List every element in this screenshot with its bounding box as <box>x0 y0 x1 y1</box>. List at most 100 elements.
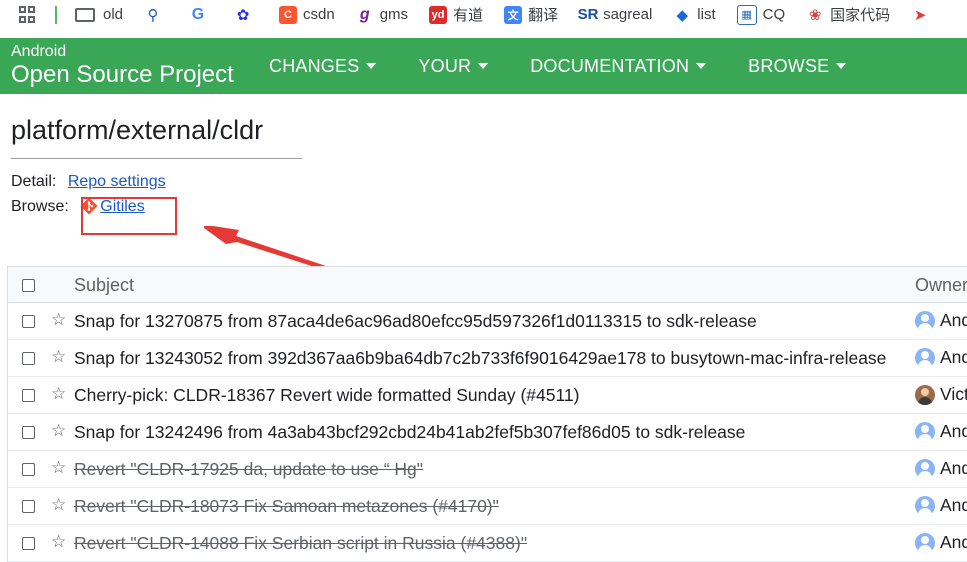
row-checkbox[interactable] <box>22 537 35 550</box>
caret-down-icon <box>836 63 847 69</box>
menu-your[interactable]: YOUR <box>418 55 489 77</box>
menu-label: CHANGES <box>269 55 360 76</box>
table-row[interactable]: ☆ Revert "CLDR-18073 Fix Samoan metazone… <box>8 488 967 525</box>
youdao-icon: yd <box>429 5 448 24</box>
row-checkbox[interactable] <box>22 389 35 402</box>
menu-label: DOCUMENTATION <box>530 55 690 76</box>
change-subject[interactable]: Revert "CLDR-17925 da, update to use “ H… <box>74 459 423 480</box>
table-header: Subject Owner <box>8 267 967 303</box>
bookmark-cq[interactable]: ▦ CQ <box>736 4 786 25</box>
annotation-highlight-box <box>81 197 177 235</box>
menu-changes[interactable]: CHANGES <box>269 55 377 77</box>
browse-label: Browse: <box>11 198 69 215</box>
change-owner[interactable]: And <box>915 347 967 368</box>
caret-down-icon <box>478 63 489 69</box>
bookmark-label: 有道 <box>453 7 484 24</box>
csdn-icon: C <box>279 5 298 24</box>
site-logo[interactable]: Android Open Source Project <box>11 44 234 87</box>
menu-documentation[interactable]: DOCUMENTATION <box>530 55 707 77</box>
owner-name: And <box>940 421 967 441</box>
star-icon[interactable]: ☆ <box>51 384 66 404</box>
change-subject[interactable]: Revert "CLDR-18073 Fix Samoan metazones … <box>74 496 499 517</box>
bookmark-youdao[interactable]: yd 有道 <box>429 4 483 25</box>
bookmark-csdn[interactable]: C csdn <box>279 5 335 24</box>
row-checkbox[interactable] <box>22 315 35 328</box>
star-icon[interactable]: ☆ <box>51 458 66 478</box>
bookmark-label: sagreal <box>603 6 653 23</box>
table-row[interactable]: ☆ Revert "CLDR-17925 da, update to use “… <box>8 451 967 488</box>
change-subject[interactable]: Revert "CLDR-14088 Fix Serbian script in… <box>74 533 527 554</box>
rocket-icon: ➤ <box>913 6 927 24</box>
bookmark-label: csdn <box>303 6 335 23</box>
bookmark-list[interactable]: ◆ list <box>673 6 716 24</box>
bookmark-sagreal[interactable]: SR sagreal <box>578 6 653 24</box>
table-row[interactable]: ☆ Snap for 13243052 from 392d367aa6b9ba6… <box>8 340 967 377</box>
bookmark-label: old <box>103 6 124 23</box>
row-checkbox[interactable] <box>22 463 35 476</box>
row-checkbox[interactable] <box>22 500 35 513</box>
change-owner[interactable]: And <box>915 458 967 479</box>
change-owner[interactable]: And <box>915 421 967 442</box>
bookmark-google[interactable]: G <box>189 6 213 24</box>
google-icon: G <box>191 5 205 23</box>
menu-browse[interactable]: BROWSE <box>748 55 847 77</box>
owner-name: And <box>940 532 967 552</box>
star-icon[interactable]: ☆ <box>51 421 66 441</box>
repo-settings-link[interactable]: Repo settings <box>68 173 166 190</box>
page-title: platform/external/cldr <box>11 115 302 159</box>
table-row[interactable]: ☆ Revert "CLDR-14088 Fix Serbian script … <box>8 525 967 562</box>
caret-down-icon <box>366 63 377 69</box>
bookmark-gms[interactable]: g gms <box>356 6 408 24</box>
change-subject[interactable]: Snap for 13242496 from 4a3ab43bcf292cbd2… <box>74 422 745 443</box>
owner-name: And <box>940 310 967 330</box>
star-icon[interactable]: ☆ <box>51 532 66 552</box>
change-owner[interactable]: And <box>915 310 967 331</box>
subject-header[interactable]: Subject <box>74 275 134 296</box>
cq-icon: ▦ <box>736 4 757 25</box>
avatar <box>915 495 935 516</box>
change-subject[interactable]: Snap for 13270875 from 87aca4de6ac96ad80… <box>74 311 757 332</box>
brand-big: Open Source Project <box>11 61 234 88</box>
menu-label: BROWSE <box>748 55 830 76</box>
select-all-checkbox[interactable] <box>22 279 35 292</box>
change-owner[interactable]: And <box>915 495 967 516</box>
bookmark-translate[interactable]: 文 翻译 <box>504 4 558 25</box>
caret-down-icon <box>696 63 707 69</box>
jira-icon: ◆ <box>676 6 689 24</box>
change-owner[interactable]: Vict <box>915 384 967 405</box>
bookmark-label: CQ <box>762 6 786 23</box>
gms-icon: g <box>359 5 370 23</box>
table-row[interactable]: ☆ Cherry-pick: CLDR-18367 Revert wide fo… <box>8 377 967 414</box>
top-nav: Android Open Source Project CHANGES YOUR… <box>0 38 967 94</box>
change-subject[interactable]: Cherry-pick: CLDR-18367 Revert wide form… <box>74 385 579 406</box>
owner-name: And <box>940 347 967 367</box>
owner-name: And <box>940 495 967 515</box>
bookmark-label: list <box>697 6 716 23</box>
table-row[interactable]: ☆ Snap for 13270875 from 87aca4de6ac96ad… <box>8 303 967 340</box>
star-icon[interactable]: ☆ <box>51 495 66 515</box>
star-icon[interactable]: ☆ <box>51 310 66 330</box>
bookmark-rocket[interactable]: ➤ <box>911 6 935 24</box>
bookmark-label: 翻译 <box>528 7 559 24</box>
nav-menus: CHANGES YOUR DOCUMENTATION BROWSE <box>269 38 888 94</box>
bookmarks-divider <box>55 5 57 24</box>
search-icon: ⚲ <box>147 6 159 24</box>
avatar <box>915 532 935 553</box>
row-checkbox[interactable] <box>22 426 35 439</box>
change-owner[interactable]: And <box>915 532 967 553</box>
row-checkbox[interactable] <box>22 352 35 365</box>
detail-row: Detail: Repo settings <box>11 173 166 191</box>
avatar <box>915 458 935 479</box>
star-icon[interactable]: ☆ <box>51 347 66 367</box>
owner-header[interactable]: Owner <box>915 275 967 296</box>
bookmark-country-code[interactable]: ❀ 国家代码 <box>806 4 890 25</box>
bookmark-baidu[interactable]: ✿ <box>234 6 258 24</box>
table-row[interactable]: ☆ Snap for 13242496 from 4a3ab43bcf292cb… <box>8 414 967 451</box>
menu-label: YOUR <box>418 55 472 76</box>
apps-grid-icon[interactable] <box>19 5 37 24</box>
avatar <box>915 421 935 442</box>
change-subject[interactable]: Snap for 13243052 from 392d367aa6b9ba64d… <box>74 348 886 369</box>
bookmark-old[interactable]: old <box>75 6 123 23</box>
bookmark-search[interactable]: ⚲ <box>144 6 168 24</box>
bookmarks-bar: old ⚲ G ✿ C csdn g gms yd 有道 文 翻译 SR sag… <box>0 0 967 29</box>
